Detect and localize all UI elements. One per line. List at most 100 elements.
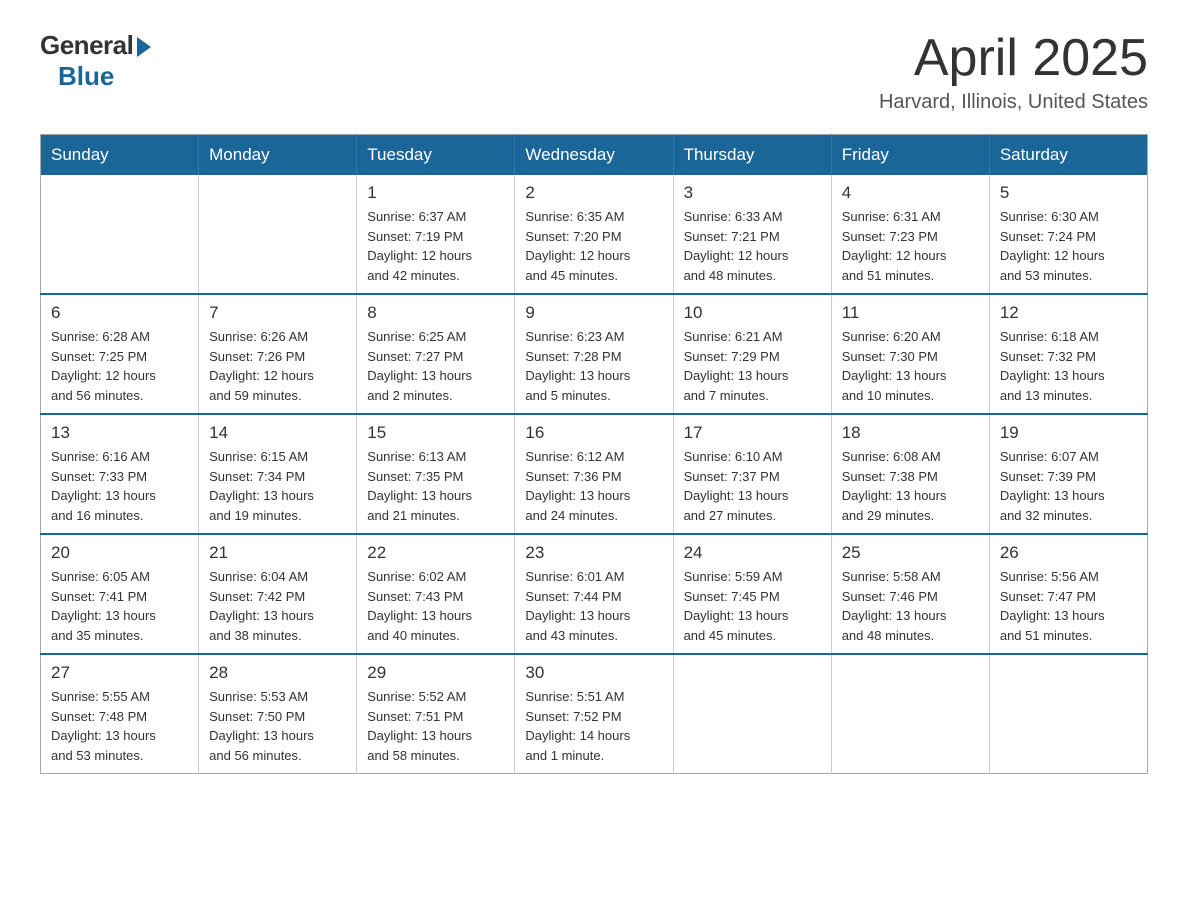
logo-general-text: General — [40, 30, 133, 61]
day-of-week-header: Thursday — [673, 135, 831, 176]
calendar-cell: 15Sunrise: 6:13 AM Sunset: 7:35 PM Dayli… — [357, 414, 515, 534]
day-info: Sunrise: 5:52 AM Sunset: 7:51 PM Dayligh… — [367, 687, 504, 765]
calendar-cell: 4 Sunrise: 6:31 AM Sunset: 7:23 PM Daylig… — [831, 175, 989, 294]
calendar-cell — [989, 654, 1147, 774]
day-number: 25 — [842, 543, 979, 563]
day-number: 22 — [367, 543, 504, 563]
calendar-cell: 24 Sunrise: 5:59 AM Sunset: 7:45 PM Dayli… — [673, 534, 831, 654]
calendar-cell: 18 Sunrise: 6:08 AM Sunset: 7:38 PM Dayli… — [831, 414, 989, 534]
day-number: 15 — [367, 423, 504, 443]
day-number: 12 — [1000, 303, 1137, 323]
day-number: 6 — [51, 303, 188, 323]
day-info: Sunrise: 5:53 AM Sunset: 7:50 PM Dayligh… — [209, 687, 346, 765]
calendar-cell: 27Sunrise: 5:55 AM Sunset: 7:48 PM Dayli… — [41, 654, 199, 774]
logo-arrow-icon — [137, 37, 151, 57]
day-number: 21 — [209, 543, 346, 563]
calendar-cell: 30 Sunrise: 5:51 AM Sunset: 7:52 PM Dayli… — [515, 654, 673, 774]
calendar-cell: 25 Sunrise: 5:58 AM Sunset: 7:46 PM Dayli… — [831, 534, 989, 654]
calendar-cell: 6 Sunrise: 6:28 AM Sunset: 7:25 PM Daylig… — [41, 294, 199, 414]
logo-blue-text: Blue — [58, 61, 114, 92]
calendar-header-row: SundayMondayTuesdayWednesdayThursdayFrid… — [41, 135, 1148, 176]
calendar-cell: 13 Sunrise: 6:16 AM Sunset: 7:33 PM Dayli… — [41, 414, 199, 534]
day-of-week-header: Tuesday — [357, 135, 515, 176]
day-info: Sunrise: 6:28 AM Sunset: 7:25 PM Dayligh… — [51, 327, 188, 405]
day-number: 17 — [684, 423, 821, 443]
day-info: Sunrise: 6:37 AM Sunset: 7:19 PM Dayligh… — [367, 207, 504, 285]
day-info: Sunrise: 6:33 AM Sunset: 7:21 PM Dayligh… — [684, 207, 821, 285]
day-number: 8 — [367, 303, 504, 323]
calendar-cell: 11Sunrise: 6:20 AM Sunset: 7:30 PM Dayli… — [831, 294, 989, 414]
day-info: Sunrise: 6:20 AM Sunset: 7:30 PM Dayligh… — [842, 327, 979, 405]
day-number: 10 — [684, 303, 821, 323]
calendar-cell — [41, 175, 199, 294]
day-number: 18 — [842, 423, 979, 443]
calendar-cell: 1 Sunrise: 6:37 AM Sunset: 7:19 PM Daylig… — [357, 175, 515, 294]
day-number: 3 — [684, 183, 821, 203]
day-info: Sunrise: 5:51 AM Sunset: 7:52 PM Dayligh… — [525, 687, 662, 765]
calendar-cell: 26 Sunrise: 5:56 AM Sunset: 7:47 PM Dayli… — [989, 534, 1147, 654]
calendar-cell: 2Sunrise: 6:35 AM Sunset: 7:20 PM Daylig… — [515, 175, 673, 294]
calendar-cell: 17 Sunrise: 6:10 AM Sunset: 7:37 PM Dayli… — [673, 414, 831, 534]
day-info: Sunrise: 5:56 AM Sunset: 7:47 PM Dayligh… — [1000, 567, 1137, 645]
calendar-cell: 14Sunrise: 6:15 AM Sunset: 7:34 PM Dayli… — [199, 414, 357, 534]
day-number: 20 — [51, 543, 188, 563]
calendar-cell — [831, 654, 989, 774]
calendar-cell — [673, 654, 831, 774]
day-info: Sunrise: 6:10 AM Sunset: 7:37 PM Dayligh… — [684, 447, 821, 525]
day-info: Sunrise: 6:12 AM Sunset: 7:36 PM Dayligh… — [525, 447, 662, 525]
day-of-week-header: Sunday — [41, 135, 199, 176]
calendar-cell: 23 Sunrise: 6:01 AM Sunset: 7:44 PM Dayli… — [515, 534, 673, 654]
day-info: Sunrise: 6:26 AM Sunset: 7:26 PM Dayligh… — [209, 327, 346, 405]
day-number: 30 — [525, 663, 662, 683]
day-number: 13 — [51, 423, 188, 443]
month-title: April 2025 — [879, 30, 1148, 87]
calendar-cell — [199, 175, 357, 294]
calendar-cell: 21 Sunrise: 6:04 AM Sunset: 7:42 PM Dayli… — [199, 534, 357, 654]
calendar-week-row: 6 Sunrise: 6:28 AM Sunset: 7:25 PM Daylig… — [41, 294, 1148, 414]
day-number: 29 — [367, 663, 504, 683]
calendar-cell: 5 Sunrise: 6:30 AM Sunset: 7:24 PM Daylig… — [989, 175, 1147, 294]
day-number: 4 — [842, 183, 979, 203]
day-of-week-header: Monday — [199, 135, 357, 176]
day-info: Sunrise: 6:04 AM Sunset: 7:42 PM Dayligh… — [209, 567, 346, 645]
logo: General Blue — [40, 30, 151, 92]
day-number: 24 — [684, 543, 821, 563]
calendar-cell: 8 Sunrise: 6:25 AM Sunset: 7:27 PM Daylig… — [357, 294, 515, 414]
title-section: April 2025 Harvard, Illinois, United Sta… — [879, 30, 1148, 114]
day-number: 7 — [209, 303, 346, 323]
calendar-week-row: 20 Sunrise: 6:05 AM Sunset: 7:41 PM Dayli… — [41, 534, 1148, 654]
day-number: 26 — [1000, 543, 1137, 563]
calendar-cell: 3 Sunrise: 6:33 AM Sunset: 7:21 PM Daylig… — [673, 175, 831, 294]
calendar-cell: 22 Sunrise: 6:02 AM Sunset: 7:43 PM Dayli… — [357, 534, 515, 654]
calendar-cell: 19Sunrise: 6:07 AM Sunset: 7:39 PM Dayli… — [989, 414, 1147, 534]
day-info: Sunrise: 6:21 AM Sunset: 7:29 PM Dayligh… — [684, 327, 821, 405]
day-info: Sunrise: 6:01 AM Sunset: 7:44 PM Dayligh… — [525, 567, 662, 645]
calendar-table: SundayMondayTuesdayWednesdayThursdayFrid… — [40, 134, 1148, 774]
day-info: Sunrise: 6:16 AM Sunset: 7:33 PM Dayligh… — [51, 447, 188, 525]
day-info: Sunrise: 6:07 AM Sunset: 7:39 PM Dayligh… — [1000, 447, 1137, 525]
day-number: 23 — [525, 543, 662, 563]
day-info: Sunrise: 6:31 AM Sunset: 7:23 PM Dayligh… — [842, 207, 979, 285]
day-info: Sunrise: 6:08 AM Sunset: 7:38 PM Dayligh… — [842, 447, 979, 525]
day-info: Sunrise: 6:30 AM Sunset: 7:24 PM Dayligh… — [1000, 207, 1137, 285]
page-header: General Blue April 2025 Harvard, Illinoi… — [40, 30, 1148, 114]
day-number: 1 — [367, 183, 504, 203]
day-info: Sunrise: 6:15 AM Sunset: 7:34 PM Dayligh… — [209, 447, 346, 525]
day-info: Sunrise: 5:55 AM Sunset: 7:48 PM Dayligh… — [51, 687, 188, 765]
calendar-cell: 7 Sunrise: 6:26 AM Sunset: 7:26 PM Daylig… — [199, 294, 357, 414]
day-of-week-header: Friday — [831, 135, 989, 176]
day-info: Sunrise: 6:02 AM Sunset: 7:43 PM Dayligh… — [367, 567, 504, 645]
day-info: Sunrise: 6:05 AM Sunset: 7:41 PM Dayligh… — [51, 567, 188, 645]
calendar-cell: 20 Sunrise: 6:05 AM Sunset: 7:41 PM Dayli… — [41, 534, 199, 654]
day-number: 5 — [1000, 183, 1137, 203]
calendar-week-row: 1 Sunrise: 6:37 AM Sunset: 7:19 PM Daylig… — [41, 175, 1148, 294]
day-of-week-header: Saturday — [989, 135, 1147, 176]
calendar-cell: 10 Sunrise: 6:21 AM Sunset: 7:29 PM Dayli… — [673, 294, 831, 414]
day-info: Sunrise: 6:23 AM Sunset: 7:28 PM Dayligh… — [525, 327, 662, 405]
calendar-cell: 29 Sunrise: 5:52 AM Sunset: 7:51 PM Dayli… — [357, 654, 515, 774]
day-info: Sunrise: 5:58 AM Sunset: 7:46 PM Dayligh… — [842, 567, 979, 645]
day-info: Sunrise: 6:25 AM Sunset: 7:27 PM Dayligh… — [367, 327, 504, 405]
day-info: Sunrise: 5:59 AM Sunset: 7:45 PM Dayligh… — [684, 567, 821, 645]
calendar-cell: 16Sunrise: 6:12 AM Sunset: 7:36 PM Dayli… — [515, 414, 673, 534]
day-number: 9 — [525, 303, 662, 323]
